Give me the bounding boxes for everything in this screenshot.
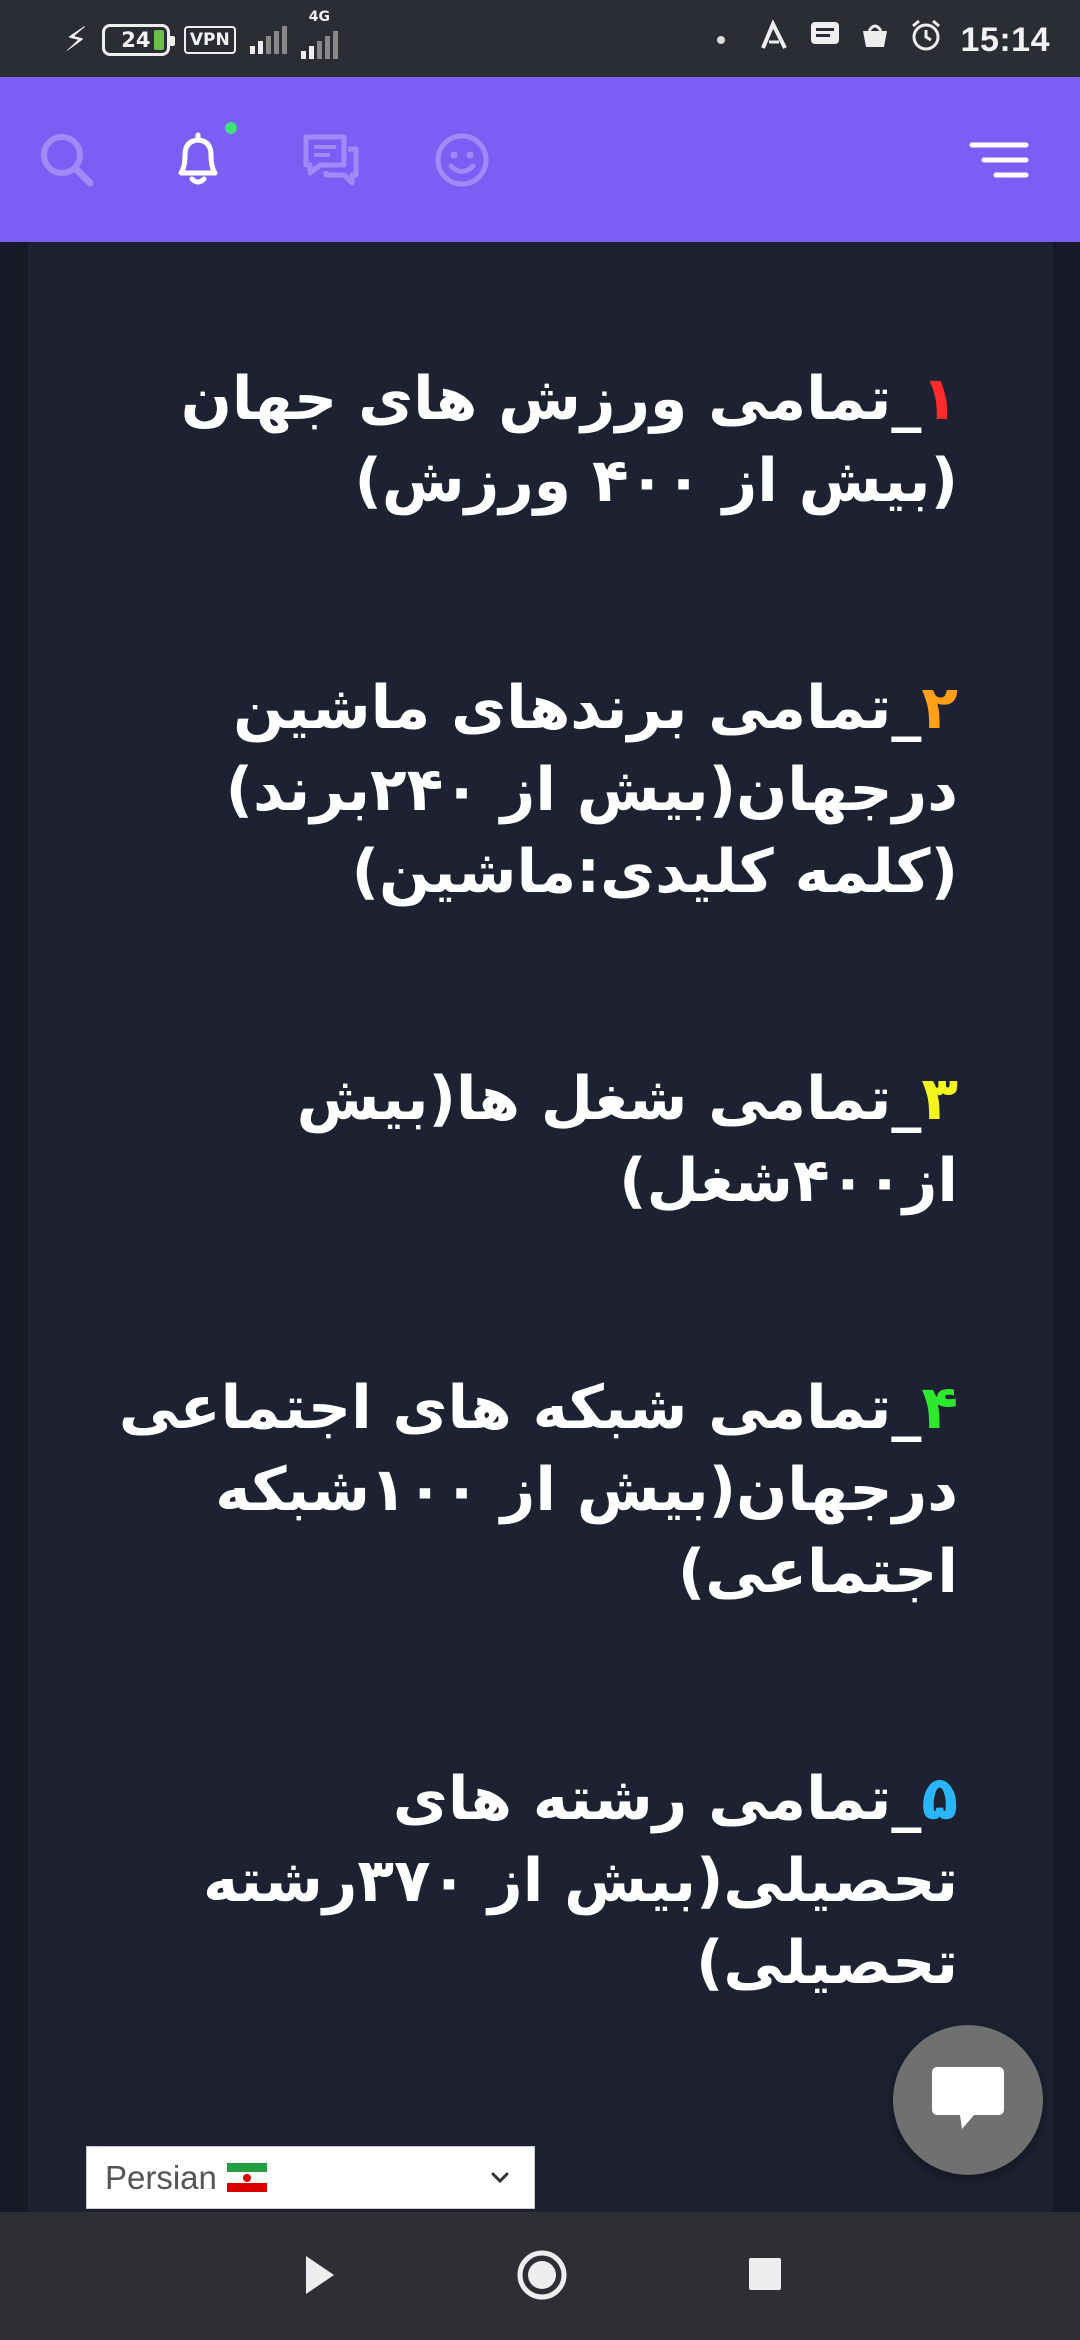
status-bar: ⚡ 24 VPN 4G 15:14 <box>0 0 1080 77</box>
system-nav-bar <box>0 2212 1080 2340</box>
bell-icon[interactable] <box>163 125 233 195</box>
article-panel: ۱_تمامی ورزش های جهان (بیش از ۴۰۰ ورزش) ۲… <box>28 242 1053 2212</box>
item-number: ۴ <box>921 1373 958 1443</box>
shop-icon <box>859 19 891 62</box>
language-label: Persian <box>105 2158 217 2196</box>
recents-icon[interactable] <box>745 2254 785 2298</box>
mobile-data-icon: 4G <box>300 9 338 59</box>
smiley-icon[interactable] <box>427 125 497 195</box>
app-header <box>0 77 1080 242</box>
chevron-down-icon <box>491 2172 509 2184</box>
vpn-badge: VPN <box>183 26 236 54</box>
list-item: ۲_تمامی برندهای ماشین درجهان(بیش از ۲۴۰ب… <box>88 667 958 913</box>
message-icon <box>809 20 841 61</box>
search-icon[interactable] <box>32 125 102 195</box>
charging-icon: ⚡ <box>64 20 88 60</box>
list-item: ۳_تمامی شغل ها(بیش از۴۰۰شغل) <box>88 1058 958 1222</box>
content-gutter-right <box>1053 242 1080 2212</box>
content-gutter-left <box>0 242 28 2212</box>
chat-icon[interactable] <box>296 125 366 195</box>
list-item: ۵_تمامی رشته های تحصیلی(بیش از ۳۷۰رشته ت… <box>88 1758 958 2004</box>
list-item: ۱_تمامی ورزش های جهان (بیش از ۴۰۰ ورزش) <box>88 358 958 522</box>
menu-icon[interactable] <box>966 125 1032 195</box>
item-text: _تمامی شبکه های اجتماعی درجهان(بیش از ۱۰… <box>118 1373 958 1607</box>
item-number: ۳ <box>921 1064 958 1134</box>
alarm-icon <box>909 18 943 63</box>
notification-badge <box>225 122 237 134</box>
item-number: ۵ <box>921 1764 958 1834</box>
item-number: ۲ <box>921 673 958 743</box>
list-item: ۴_تمامی شبکه های اجتماعی درجهان(بیش از ۱… <box>88 1367 958 1613</box>
item-text: _تمامی رشته های تحصیلی(بیش از ۳۷۰رشته تح… <box>202 1764 958 1998</box>
clock: 15:14 <box>960 20 1050 59</box>
iran-flag-icon <box>226 2162 267 2193</box>
live-chat-button[interactable] <box>893 2025 1043 2175</box>
back-icon[interactable] <box>300 2250 340 2304</box>
item-number: ۱ <box>921 364 958 434</box>
wifi-calling-icon <box>757 18 791 63</box>
chat-bubble-icon <box>932 2067 1004 2129</box>
article-body: ۱_تمامی ورزش های جهان (بیش از ۴۰۰ ورزش) ۲… <box>28 242 1053 2004</box>
item-text: _تمامی ورزش های جهان (بیش از ۴۰۰ ورزش) <box>180 364 958 516</box>
signal-icon <box>249 26 287 54</box>
notification-dot-icon <box>716 36 725 44</box>
battery-icon: 24 <box>101 24 175 56</box>
item-text: _تمامی برندهای ماشین درجهان(بیش از ۲۴۰بر… <box>225 673 958 907</box>
battery-level: 24 <box>121 28 151 52</box>
item-text: _تمامی شغل ها(بیش از۴۰۰شغل) <box>296 1064 958 1216</box>
language-select[interactable]: Persian <box>86 2146 535 2209</box>
home-icon[interactable] <box>515 2248 569 2306</box>
network-label: 4G <box>308 9 330 25</box>
